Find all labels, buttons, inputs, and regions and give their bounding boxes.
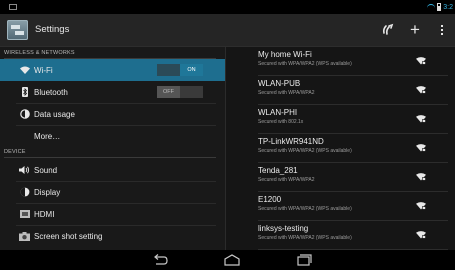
display-icon [19,187,30,198]
network-security: Secured with WPA/WPA2 (WPS available) [258,235,352,241]
network-security: Secured with WPA/WPA2 (WPS available) [258,61,352,67]
toggle-state: ON [180,64,203,76]
status-icons[interactable]: 3:2 [427,0,453,14]
wifi-network-item[interactable]: linksys-testing Secured with WPA/WPA2 (WP… [258,221,448,250]
wifi-signal-locked-icon [416,86,426,94]
wifi-status-icon [427,4,436,10]
toggle-state: OFF [157,86,180,98]
sidebar-item-display[interactable]: Display [0,181,225,203]
wps-button[interactable] [380,21,396,39]
recent-apps-icon [297,254,312,266]
android-screen: 3:2 Settings + WIRELESS & NETWORKS Wi-Fi [0,0,455,270]
add-icon: + [410,20,420,39]
status-bar: 3:2 [0,0,455,14]
network-security: Secured with WPA/WPA2 (WPS available) [258,148,352,154]
section-header-wireless: WIRELESS & NETWORKS [4,47,216,59]
sidebar-item-label: Sound [34,165,58,175]
network-name: WLAN-PHI [258,108,298,117]
wifi-network-item[interactable]: My home Wi-Fi Secured with WPA/WPA2 (WPS … [258,47,448,76]
sidebar-item-label: Display [34,187,61,197]
wifi-network-item[interactable]: Tenda_281 Secured with WPA/WPA2 [258,163,448,192]
network-security: Secured with WPA/WPA2 [258,177,315,183]
data-usage-icon [19,109,30,120]
sidebar-item-label: HDMI [34,209,55,219]
overflow-menu-icon [441,25,443,35]
sidebar-item-label: Screen shot setting [34,231,103,241]
settings-headers-list: WIRELESS & NETWORKS Wi-Fi ON Bluetooth O… [0,47,225,250]
sidebar-item-bluetooth[interactable]: Bluetooth OFF [0,81,225,103]
sidebar-item-label: Data usage [34,109,75,119]
sidebar-item-screenshot-setting[interactable]: Screen shot setting [0,225,225,247]
wifi-network-item[interactable]: E1200 Secured with WPA/WPA2 (WPS availabl… [258,192,448,221]
wifi-signal-locked-icon [416,231,426,239]
wifi-network-item[interactable]: TP-LinkWR941ND Secured with WPA/WPA2 (WPS… [258,134,448,163]
home-button[interactable] [222,253,242,267]
bluetooth-icon [19,87,30,98]
back-button[interactable] [150,253,170,267]
battery-icon [437,3,442,11]
overflow-menu-button[interactable] [437,21,447,39]
network-security: Secured with WPA/WPA2 (WPS available) [258,206,352,212]
sidebar-item-more[interactable]: More… [0,125,225,147]
wifi-signal-locked-icon [416,202,426,210]
network-security: Secured with WPA/WPA2 [258,90,315,96]
page-title: Settings [35,24,70,35]
sidebar-item-label: Bluetooth [34,87,68,97]
network-security: Secured with 802.1x [258,119,304,125]
network-name: WLAN-PUB [258,79,301,88]
bluetooth-toggle[interactable]: OFF [157,86,203,98]
sidebar-item-label: More… [34,131,61,141]
network-name: My home Wi-Fi [258,50,312,59]
screenshot-notification-icon[interactable] [9,4,17,10]
recent-apps-button[interactable] [293,253,313,267]
settings-app-icon[interactable] [7,20,28,40]
action-bar: Settings + [0,14,455,47]
sidebar-item-wifi[interactable]: Wi-Fi ON [0,59,225,81]
back-icon [154,254,168,265]
add-network-button[interactable]: + [406,20,424,39]
wps-icon [382,23,394,35]
network-name: linksys-testing [258,224,309,233]
wifi-icon [19,65,30,76]
wifi-signal-locked-icon [416,57,426,65]
sidebar-item-sound[interactable]: Sound [0,159,225,181]
home-icon [224,254,240,266]
wifi-toggle[interactable]: ON [157,64,203,76]
wifi-signal-locked-icon [416,173,426,181]
camera-icon [19,231,30,242]
navigation-bar [0,250,455,270]
section-header-device: DEVICE [4,146,216,158]
status-time: 3:2 [443,3,453,11]
network-name: E1200 [258,195,282,204]
hdmi-icon [19,209,30,220]
network-name: TP-LinkWR941ND [258,137,324,146]
wifi-signal-locked-icon [416,144,426,152]
sidebar-item-data-usage[interactable]: Data usage [0,103,225,125]
wifi-network-list: My home Wi-Fi Secured with WPA/WPA2 (WPS … [226,47,455,250]
sound-icon [19,165,30,176]
wifi-network-item[interactable]: WLAN-PUB Secured with WPA/WPA2 [258,76,448,105]
sidebar-item-label: Wi-Fi [34,65,53,75]
wifi-network-item[interactable]: WLAN-PHI Secured with 802.1x [258,105,448,134]
sidebar-item-hdmi[interactable]: HDMI [0,203,225,225]
wifi-signal-locked-icon [416,115,426,123]
network-name: Tenda_281 [258,166,298,175]
